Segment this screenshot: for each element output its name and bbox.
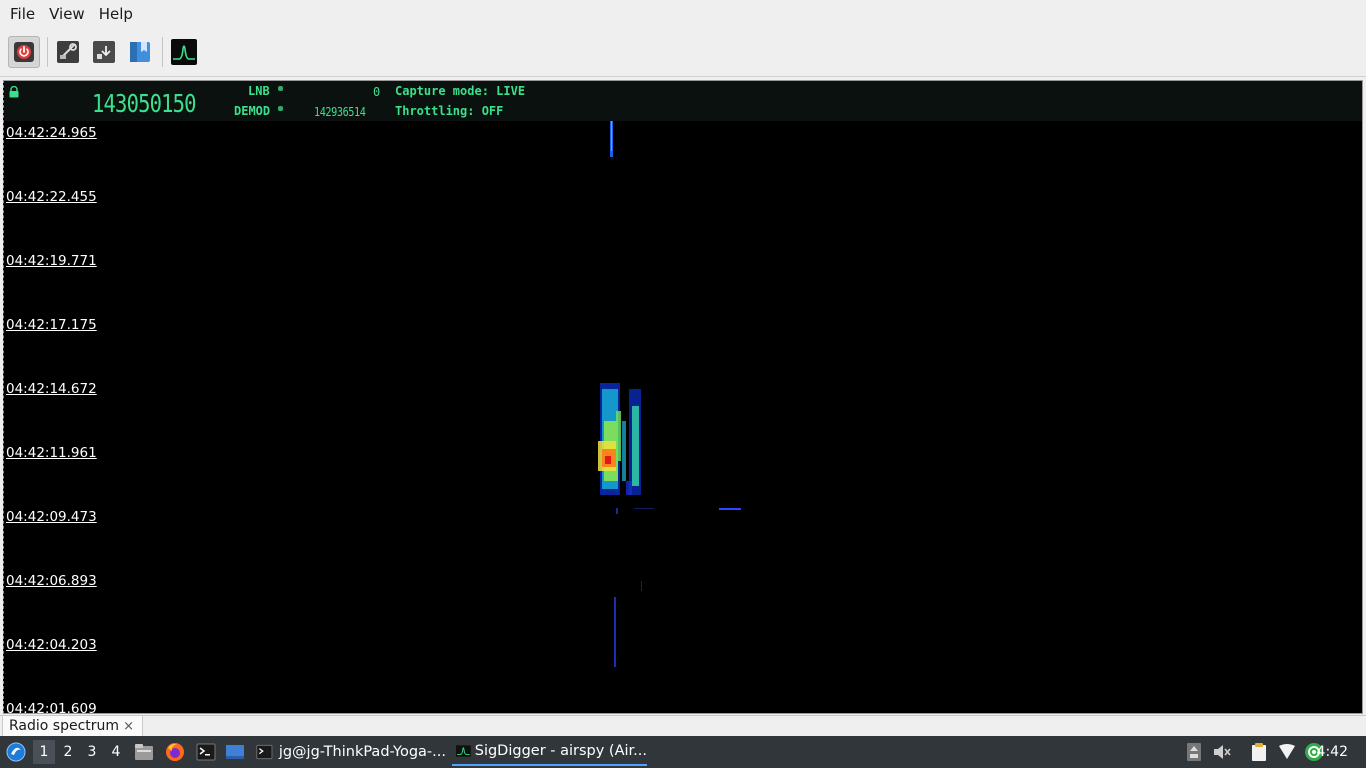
demod-label: DEMOD <box>234 104 271 118</box>
timestamp-label: 04:42:09.473 <box>6 509 97 525</box>
throttling-status: Throttling: OFF <box>395 104 504 118</box>
lubuntu-logo-icon <box>6 742 26 762</box>
waterfall-display[interactable]: 04:42:24.965 04:42:22.455 04:42:19.771 0… <box>4 121 1362 714</box>
bookmark-icon <box>130 42 150 62</box>
timestamp-label: 04:42:17.175 <box>6 317 97 333</box>
tab-strip: Radio spectrum × <box>0 715 1366 737</box>
waterfall-signal-overlay <box>598 121 741 667</box>
capture-mode-status: Capture mode: LIVE <box>395 84 526 98</box>
tray-network[interactable] <box>1275 740 1299 764</box>
workspace-3[interactable]: 3 <box>81 740 103 764</box>
clipboard-icon <box>1252 743 1266 761</box>
terminal-icon <box>196 743 216 761</box>
add-module-button[interactable] <box>88 36 120 68</box>
taskbar-clock[interactable]: 4:42 <box>1317 736 1348 768</box>
timestamp-label: 04:42:04.203 <box>6 637 97 653</box>
taskbar-task-terminal[interactable]: jg@jg-ThinkPad-Yoga-... <box>256 738 446 766</box>
files-launcher[interactable] <box>132 740 156 764</box>
lnb-label: LNB <box>248 84 270 98</box>
signal-burst <box>598 383 641 495</box>
power-icon <box>14 42 34 62</box>
timestamp-label: 04:42:24.965 <box>6 125 97 141</box>
sigdigger-window: File View Help 143050150 LNB 0 DEMOD 142… <box>0 0 1366 768</box>
taskbar-task-sigdigger[interactable]: SigDigger - airspy (Air... <box>452 738 647 766</box>
settings-icon <box>57 41 79 63</box>
demod-lock-icon[interactable] <box>278 106 283 111</box>
frequency-header: 143050150 LNB 0 DEMOD 142936514 Capture … <box>4 81 1362 121</box>
timestamp-label: 04:42:06.893 <box>6 573 97 589</box>
wifi-icon <box>1279 744 1295 759</box>
timestamp-label: 04:42:14.672 <box>6 381 97 397</box>
workspace-1[interactable]: 1 <box>33 740 55 764</box>
start-menu-button[interactable] <box>4 740 28 764</box>
tab-radio-spectrum[interactable]: Radio spectrum × <box>2 716 143 737</box>
workspace-4[interactable]: 4 <box>105 740 127 764</box>
toolbar-separator <box>47 37 48 67</box>
spectrum-button[interactable] <box>168 36 200 68</box>
firefox-launcher[interactable] <box>163 740 187 764</box>
volume-muted-icon <box>1214 745 1231 759</box>
taskbar: 1 2 3 4 jg@jg-ThinkPad-Yoga-... SigDigge… <box>0 736 1366 768</box>
taskbar-task-label: jg@jg-ThinkPad-Yoga-... <box>278 744 446 760</box>
lock-icon[interactable] <box>9 86 19 98</box>
demod-frequency-display[interactable]: 142936514 <box>314 105 366 119</box>
close-icon[interactable]: × <box>123 719 134 734</box>
menu-file[interactable]: File <box>3 0 42 29</box>
timestamp-label: 04:42:19.771 <box>6 253 97 269</box>
settings-button[interactable] <box>52 36 84 68</box>
add-module-icon <box>93 41 115 63</box>
main-frequency-display[interactable]: 143050150 <box>92 89 197 118</box>
toolbar <box>0 29 1366 77</box>
timestamp-label: 04:42:11.961 <box>6 445 97 461</box>
tab-label: Radio spectrum <box>9 718 120 734</box>
menu-view[interactable]: View <box>42 0 92 29</box>
desktop-icon <box>226 745 244 759</box>
firefox-icon <box>166 743 184 761</box>
tray-update-icon[interactable] <box>1182 740 1206 764</box>
menu-help[interactable]: Help <box>92 0 140 29</box>
timestamp-label: 04:42:22.455 <box>6 189 97 205</box>
toolbar-separator <box>162 37 163 67</box>
lnb-lock-icon[interactable] <box>278 86 283 91</box>
terminal-icon <box>256 744 273 760</box>
terminal-launcher[interactable] <box>194 740 218 764</box>
power-button[interactable] <box>8 36 40 68</box>
main-view: 143050150 LNB 0 DEMOD 142936514 Capture … <box>3 80 1363 714</box>
show-desktop-button[interactable] <box>223 740 247 764</box>
bookmarks-button[interactable] <box>124 36 156 68</box>
lnb-frequency-display[interactable]: 0 <box>373 85 380 99</box>
tray-clipboard[interactable] <box>1247 740 1271 764</box>
taskbar-task-label: SigDigger - airspy (Air... <box>474 743 647 759</box>
timestamp-label: 04:42:01.609 <box>6 701 97 714</box>
sigdigger-icon <box>456 745 471 757</box>
folder-icon <box>135 744 153 760</box>
spectrum-icon <box>171 39 197 65</box>
menu-bar: File View Help <box>0 0 1366 29</box>
workspace-2[interactable]: 2 <box>57 740 79 764</box>
update-icon <box>1187 743 1201 761</box>
tray-volume[interactable] <box>1210 740 1234 764</box>
